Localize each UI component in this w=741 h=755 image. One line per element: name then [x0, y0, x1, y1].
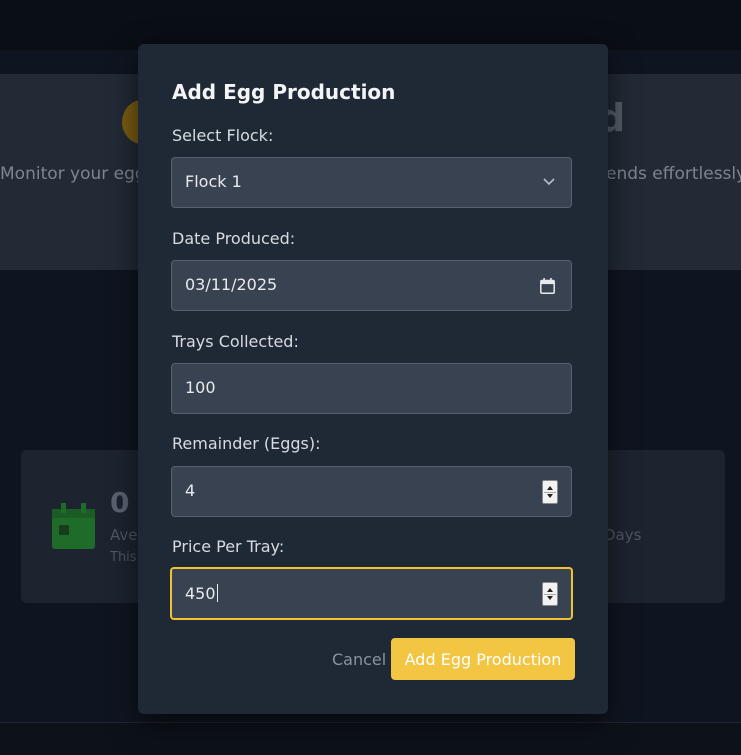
flock-label: Select Flock:	[172, 126, 274, 145]
date-label: Date Produced:	[172, 229, 296, 248]
footer-bar	[0, 722, 741, 755]
chevron-down-icon	[543, 178, 555, 186]
spinner-up-icon[interactable]	[547, 486, 553, 490]
spinner-down-icon[interactable]	[547, 596, 553, 600]
stat-label: Ave	[110, 526, 138, 544]
date-produced-input[interactable]: 03/11/2025	[171, 260, 572, 311]
number-spinner-icon[interactable]	[542, 582, 558, 606]
hero-subtitle: Monitor your egg	[0, 164, 146, 184]
price-per-tray-input[interactable]: 450	[170, 567, 573, 620]
number-spinner-icon[interactable]	[542, 480, 558, 504]
top-nav-bar	[0, 0, 741, 50]
trays-collected-input[interactable]: 100	[171, 363, 572, 414]
spinner-up-icon[interactable]	[547, 588, 553, 592]
flock-select[interactable]: Flock 1	[171, 157, 572, 208]
price-per-tray-value: 450	[185, 584, 218, 603]
spinner-divider	[544, 594, 556, 595]
remainder-label: Remainder (Eggs):	[172, 434, 321, 453]
hero-subtitle-end: ends effortlessly	[606, 164, 741, 184]
trays-collected-value: 100	[185, 378, 216, 397]
modal-title: Add Egg Production	[172, 80, 396, 104]
price-label: Price Per Tray:	[172, 537, 285, 556]
price-text: 450	[185, 584, 216, 603]
spinner-divider	[544, 492, 556, 493]
stat-sub: This	[110, 550, 137, 565]
date-produced-value: 03/11/2025	[185, 275, 278, 294]
spinner-down-icon[interactable]	[547, 494, 553, 498]
calendar-icon	[52, 503, 95, 549]
text-caret	[216, 584, 218, 602]
calendar-picker-icon[interactable]	[540, 278, 555, 294]
remainder-eggs-value: 4	[185, 481, 196, 500]
cancel-button[interactable]: Cancel	[332, 650, 386, 669]
trays-label: Trays Collected:	[172, 332, 299, 351]
add-egg-production-modal: Add Egg Production Select Flock: Flock 1…	[138, 44, 608, 714]
add-egg-production-button[interactable]: Add Egg Production	[391, 638, 575, 680]
flock-select-value: Flock 1	[185, 172, 242, 191]
remainder-eggs-input[interactable]: 4	[171, 466, 572, 517]
stat-right-label: Days	[604, 526, 642, 544]
